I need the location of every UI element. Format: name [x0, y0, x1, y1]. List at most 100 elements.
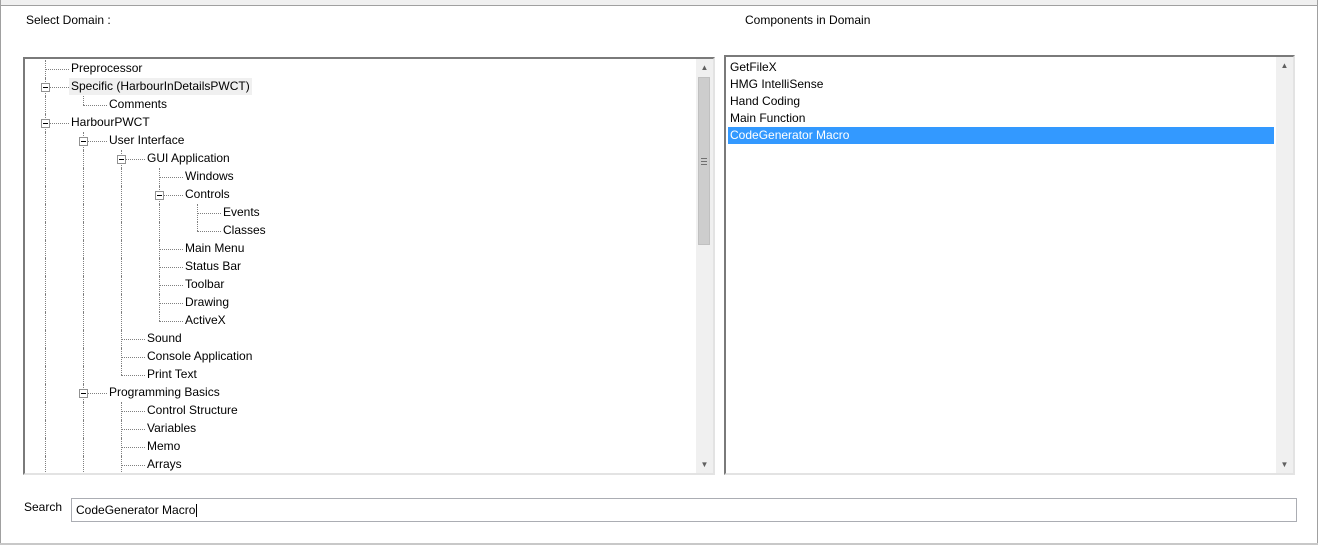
tree-connector-line: [159, 321, 183, 322]
tree-connector-line: [45, 276, 46, 294]
tree-item[interactable]: Events: [221, 204, 262, 221]
select-domain-label: Select Domain :: [26, 13, 111, 27]
tree-connector-line: [45, 384, 46, 402]
collapse-minus-icon[interactable]: [79, 389, 88, 398]
tree-item[interactable]: Memo: [145, 438, 182, 455]
tree-connector-line: [159, 204, 160, 222]
tree-connector-line: [121, 375, 145, 376]
tree-item[interactable]: Specific (HarbourInDetailsPWCT): [69, 78, 252, 95]
tree-connector-line: [197, 213, 221, 214]
tree-connector-line: [45, 312, 46, 330]
tree-connector-line: [45, 168, 46, 186]
tree-item[interactable]: Print Text: [145, 366, 199, 383]
scroll-down-arrow-icon[interactable]: ▼: [1276, 456, 1293, 473]
search-label: Search: [24, 500, 63, 514]
search-input-value: CodeGenerator Macro: [76, 503, 196, 517]
list-item[interactable]: GetFileX: [728, 59, 1274, 76]
list-item[interactable]: HMG IntelliSense: [728, 76, 1274, 93]
collapse-minus-icon[interactable]: [41, 83, 50, 92]
text-caret: [196, 504, 198, 518]
tree-item[interactable]: Status Bar: [183, 258, 243, 275]
tree-item[interactable]: HarbourPWCT: [69, 114, 152, 131]
tree-connector-line: [159, 303, 183, 304]
tree-connector-line: [121, 465, 145, 466]
tree-connector-line: [83, 402, 84, 420]
tree-connector-line: [83, 420, 84, 438]
tree-connector-line: [159, 222, 160, 240]
tree-item[interactable]: Classes: [221, 222, 268, 239]
tree-item[interactable]: Main Menu: [183, 240, 246, 257]
tree-connector-line: [197, 222, 198, 231]
components-list[interactable]: GetFileX HMG IntelliSense Hand Coding Main …: [724, 55, 1295, 475]
tree-connector-line: [121, 258, 122, 276]
grip-line: [701, 164, 707, 165]
tree-connector-line: [121, 429, 145, 430]
tree-connector-line: [45, 150, 46, 168]
tree-item[interactable]: Variables: [145, 420, 198, 437]
tree-connector-line: [121, 222, 122, 240]
tree-item[interactable]: User Interface: [107, 132, 186, 149]
domain-tree-content: Preprocessor Specific (HarbourInDetailsPW…: [25, 59, 696, 473]
tree-item[interactable]: Controls: [183, 186, 232, 203]
tree-connector-line: [159, 285, 183, 286]
tree-connector-line: [121, 447, 145, 448]
tree-item[interactable]: Programming Basics: [107, 384, 222, 401]
tree-connector-line: [83, 348, 84, 366]
tree-connector-line: [45, 222, 46, 240]
components-list-scrollbar[interactable]: ▲ ▼: [1276, 57, 1293, 473]
collapse-minus-icon[interactable]: [41, 119, 50, 128]
tree-connector-line: [45, 69, 69, 70]
tree-item[interactable]: Preprocessor: [69, 60, 144, 77]
scroll-thumb[interactable]: [698, 77, 710, 245]
tree-connector-line: [45, 348, 46, 366]
tree-connector-line: [197, 231, 221, 232]
domain-tree-scrollbar[interactable]: ▲ ▼: [696, 59, 713, 473]
tree-connector-line: [83, 258, 84, 276]
tree-item[interactable]: Windows: [183, 168, 236, 185]
tree-connector-line: [121, 357, 145, 358]
collapse-minus-icon[interactable]: [155, 191, 164, 200]
tree-connector-line: [83, 186, 84, 204]
tree-item[interactable]: Arrays: [145, 456, 184, 473]
tree-connector-line: [83, 204, 84, 222]
tree-connector-line: [121, 276, 122, 294]
tree-connector-line: [83, 150, 84, 168]
tree-item[interactable]: Drawing: [183, 294, 231, 311]
tree-item[interactable]: ActiveX: [183, 312, 228, 329]
collapse-minus-icon[interactable]: [117, 155, 126, 164]
grip-line: [701, 161, 707, 162]
tree-connector-line: [121, 204, 122, 222]
tree-connector-line: [83, 366, 84, 384]
tree-item[interactable]: Comments: [107, 96, 169, 113]
list-item[interactable]: Hand Coding: [728, 93, 1274, 110]
tree-connector-line: [45, 240, 46, 258]
tree-connector-line: [83, 294, 84, 312]
scroll-down-arrow-icon[interactable]: ▼: [696, 456, 713, 473]
tree-connector-line: [83, 105, 107, 106]
tree-connector-line: [45, 456, 46, 473]
tree-connector-line: [121, 312, 122, 330]
tree-item[interactable]: GUI Application: [145, 150, 232, 167]
tree-connector-line: [45, 366, 46, 384]
tree-connector-line: [45, 438, 46, 456]
tree-item[interactable]: Control Structure: [145, 402, 240, 419]
tree-item[interactable]: Console Application: [145, 348, 254, 365]
tree-item[interactable]: Sound: [145, 330, 184, 347]
domain-tree[interactable]: Preprocessor Specific (HarbourInDetailsPW…: [23, 57, 715, 475]
search-input[interactable]: CodeGenerator Macro: [71, 498, 1297, 522]
tree-connector-line: [45, 186, 46, 204]
tree-connector-line: [121, 366, 122, 375]
collapse-minus-icon[interactable]: [79, 137, 88, 146]
scroll-up-arrow-icon[interactable]: ▲: [1276, 57, 1293, 74]
tree-connector-line: [83, 456, 84, 473]
tree-connector-line: [83, 240, 84, 258]
tree-connector-line: [121, 411, 145, 412]
scroll-up-arrow-icon[interactable]: ▲: [696, 59, 713, 76]
tree-item[interactable]: Toolbar: [183, 276, 226, 293]
tree-connector-line: [45, 420, 46, 438]
list-item[interactable]: Main Function: [728, 110, 1274, 127]
tree-connector-line: [45, 132, 46, 150]
tree-connector-line: [121, 339, 145, 340]
list-item[interactable]: CodeGenerator Macro: [728, 127, 1274, 144]
tree-connector-line: [45, 96, 46, 114]
